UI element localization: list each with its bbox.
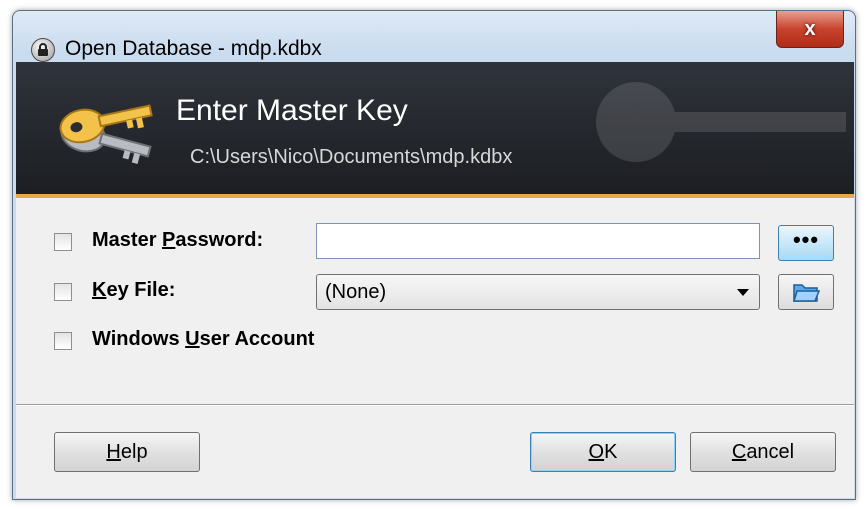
ok-button[interactable]: OK [530,432,676,472]
key-file-checkbox[interactable] [54,283,72,301]
windows-account-checkbox[interactable] [54,332,72,350]
master-password-label: Master Password: [92,229,263,252]
key-file-label-rest: ey File: [106,279,176,301]
help-accel: H [106,440,121,463]
keys-icon [59,104,153,164]
header-watermark-icon [596,82,846,162]
key-file-dropdown[interactable]: (None) [316,274,760,310]
chevron-down-icon [737,289,749,296]
lock-icon [31,38,55,62]
divider [16,404,854,406]
cancel-label: ancel [746,440,795,463]
close-button[interactable]: x [776,11,844,48]
dots-icon: ••• [792,227,820,252]
key-file-label: Key File: [92,279,175,302]
windows-account-label-part: Windows [92,328,186,350]
ok-label: K [604,440,618,463]
master-password-input[interactable] [316,223,760,259]
windows-account-accel: U [185,328,200,350]
windows-account-label-rest: ser Account [199,328,315,350]
key-file-accel: K [92,279,107,301]
master-password-label-part: Master [92,229,163,251]
key-file-selected-value: (None) [325,281,387,303]
ok-accel: O [588,440,605,463]
help-button[interactable]: Help [54,432,200,472]
master-password-label-rest: assword: [175,229,264,251]
folder-open-icon [792,284,820,302]
header-banner: Enter Master Key C:\Users\Nico\Documents… [16,62,854,198]
windows-account-label: Windows User Account [92,328,314,351]
header-title: Enter Master Key [176,94,408,127]
master-password-accel: P [162,229,176,251]
dialog-content: Master Password: ••• Key File: (None) Wi… [16,198,854,498]
help-label: elp [120,440,148,463]
reveal-password-button[interactable]: ••• [778,225,834,261]
browse-key-file-button[interactable] [778,274,834,310]
cancel-button[interactable]: Cancel [690,432,836,472]
cancel-accel: C [731,440,747,463]
master-password-checkbox[interactable] [54,233,72,251]
database-path: C:\Users\Nico\Documents\mdp.kdbx [190,146,513,168]
window-title: Open Database - mdp.kdbx [65,37,322,60]
close-icon: x [804,17,816,40]
